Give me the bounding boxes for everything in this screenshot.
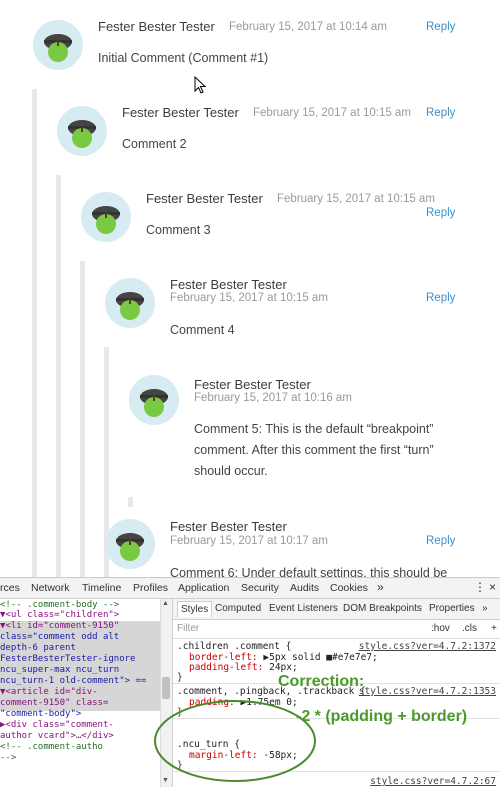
comment: Fester Bester Tester February 15, 2017 a…: [0, 498, 500, 577]
comment: Fester Bester Tester February 15, 2017 a…: [0, 262, 500, 348]
comment-date[interactable]: February 15, 2017 at 10:15 am: [170, 292, 328, 304]
avatar: [33, 20, 83, 70]
dom-line[interactable]: class="comment odd alt: [0, 632, 119, 642]
comment-author: Fester Bester Tester: [170, 519, 287, 534]
comment-author: Fester Bester Tester: [122, 105, 239, 120]
rule-source-link[interactable]: style.css?ver=4.7.2:67: [370, 776, 496, 787]
close-icon[interactable]: ×: [489, 580, 496, 594]
styles-filter[interactable]: Filter :hov .cls +: [173, 620, 500, 639]
dom-line[interactable]: ▼<li id="comment-9150": [0, 621, 119, 631]
tab-event-listeners[interactable]: Event Listeners: [269, 603, 338, 614]
tab-security[interactable]: Security: [241, 582, 279, 594]
dom-line[interactable]: <!-- .comment-autho: [0, 742, 103, 752]
tab-dom-breakpoints[interactable]: DOM Breakpoints: [343, 603, 422, 614]
dom-line[interactable]: depth-6 parent: [0, 643, 76, 653]
dom-line[interactable]: "comment-body">: [0, 709, 81, 719]
annotation-formula: -2 * (padding + border): [296, 708, 468, 725]
reply-link[interactable]: Reply: [426, 21, 455, 33]
comment: Fester Bester Tester February 15, 2017 a…: [0, 348, 500, 498]
class-toggle[interactable]: .cls: [462, 623, 477, 634]
css-property[interactable]: padding-left: 24px;: [189, 662, 298, 673]
annotation-title: Correction:: [278, 673, 365, 690]
devtools-panel: rces Network Timeline Profiles Applicati…: [0, 577, 500, 787]
avatar: [81, 192, 131, 242]
tab-styles[interactable]: Styles: [177, 601, 213, 617]
tab-profiles[interactable]: Profiles: [133, 582, 168, 594]
avatar: [57, 106, 107, 156]
reply-link[interactable]: Reply: [426, 292, 455, 304]
comment-author: Fester Bester Tester: [194, 377, 311, 392]
more-tabs-icon[interactable]: »: [377, 580, 384, 594]
devtools-tabbar: rces Network Timeline Profiles Applicati…: [0, 578, 500, 599]
comment-author: Fester Bester Tester: [146, 191, 263, 206]
comment-body: Comment 6: Under default settings, this …: [170, 566, 448, 577]
avatar: [129, 375, 179, 425]
comment-thread: Fester Bester Tester February 15, 2017 a…: [0, 0, 500, 577]
kebab-menu-icon[interactable]: ⋮: [474, 580, 486, 594]
reply-link[interactable]: Reply: [426, 107, 455, 119]
rule-selector[interactable]: .children .comment {: [177, 641, 291, 652]
dom-line[interactable]: ncu_super-max ncu_turn: [0, 665, 119, 675]
comment-date[interactable]: February 15, 2017 at 10:14 am: [229, 21, 387, 33]
tab-application[interactable]: Application: [178, 582, 229, 594]
dom-line[interactable]: <!-- .comment-body -->: [0, 600, 119, 610]
comment-author: Fester Bester Tester: [170, 277, 287, 292]
comment-author: Fester Bester Tester: [98, 19, 215, 34]
dom-line[interactable]: ▼<article id="div-: [0, 687, 98, 697]
filter-input[interactable]: Filter: [177, 623, 199, 634]
tab-cookies[interactable]: Cookies: [330, 582, 368, 594]
comment-date[interactable]: February 15, 2017 at 10:16 am: [194, 392, 352, 404]
styles-tabbar: Styles Computed Event Listeners DOM Brea…: [173, 599, 500, 620]
reply-link[interactable]: Reply: [426, 207, 455, 219]
dom-line[interactable]: FesterBesterTester-ignore: [0, 654, 135, 664]
dom-line[interactable]: ncu_turn-1 old-comment"> ==: [0, 676, 146, 686]
dom-line[interactable]: comment-9150" class=: [0, 698, 108, 708]
hover-toggle[interactable]: :hov: [431, 623, 450, 634]
tab-properties[interactable]: Properties: [429, 603, 475, 614]
avatar: [105, 278, 155, 328]
comment-date[interactable]: February 15, 2017 at 10:15 am: [253, 107, 411, 119]
rule-source-link[interactable]: style.css?ver=4.7.2:1353: [359, 686, 496, 697]
comment-date[interactable]: February 15, 2017 at 10:15 am: [277, 193, 435, 205]
dom-line[interactable]: ▶<div class="comment-: [0, 720, 114, 730]
avatar: [105, 519, 155, 569]
comment: Fester Bester Tester February 15, 2017 a…: [0, 176, 500, 262]
comment-body: Initial Comment (Comment #1): [98, 51, 269, 65]
rule-source-link[interactable]: style.css?ver=4.7.2:1372: [359, 641, 496, 652]
mouse-cursor-icon: [194, 76, 206, 94]
new-rule-button[interactable]: +: [491, 623, 497, 634]
comment-body: Comment 2: [122, 137, 187, 151]
comment-date[interactable]: February 15, 2017 at 10:17 am: [170, 535, 328, 547]
comment-body-line: comment. After this comment the first “t…: [194, 443, 434, 457]
comment: Fester Bester Tester February 15, 2017 a…: [0, 90, 500, 176]
rule-close-brace: }: [177, 672, 183, 683]
tab-computed[interactable]: Computed: [215, 603, 261, 614]
tab-timeline[interactable]: Timeline: [82, 582, 121, 594]
annotation-ellipse: [154, 700, 316, 782]
scroll-up-icon[interactable]: ▲: [162, 600, 169, 607]
comment-body-line: should occur.: [194, 464, 268, 478]
comment-body-line: Comment 5: This is the default “breakpoi…: [194, 422, 434, 436]
comment-body: Comment 4: [170, 323, 235, 337]
tab-sources[interactable]: rces: [0, 582, 20, 594]
comment: Fester Bester Tester February 15, 2017 a…: [0, 0, 500, 90]
comment-body: Comment 3: [146, 223, 211, 237]
dom-line[interactable]: author vcard">…</div>: [0, 731, 114, 741]
dom-line[interactable]: -->: [0, 753, 16, 763]
reply-link[interactable]: Reply: [426, 535, 455, 547]
dom-line[interactable]: ▼<ul class="children">: [0, 610, 119, 620]
more-tabs-icon[interactable]: »: [482, 603, 488, 614]
tab-audits[interactable]: Audits: [290, 582, 319, 594]
comment-body: Comment 5: This is the default “breakpoi…: [194, 419, 434, 482]
elements-tree: <!-- .comment-body --> ▼<ul class="child…: [0, 599, 173, 787]
tab-network[interactable]: Network: [31, 582, 70, 594]
